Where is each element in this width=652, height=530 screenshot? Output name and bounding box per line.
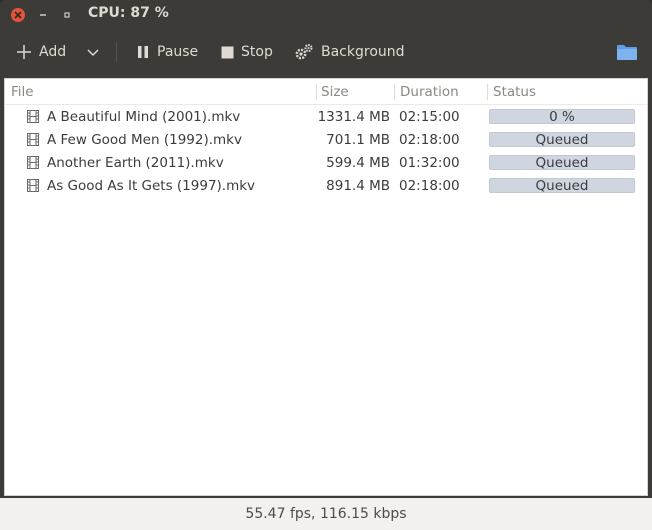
status-progress-bar: 0 % — [489, 109, 635, 124]
column-divider — [316, 84, 317, 100]
open-folder-button[interactable] — [616, 38, 638, 66]
file-name-cell: Another Earth (2011).mkv — [47, 154, 224, 171]
background-button-label: Background — [321, 44, 405, 60]
stop-icon — [221, 46, 234, 59]
chevron-down-icon — [86, 45, 100, 59]
folder-icon — [616, 43, 638, 61]
duration-cell: 02:15:00 — [399, 108, 460, 125]
file-name-cell: As Good As It Gets (1997).mkv — [47, 177, 256, 194]
stop-button-label: Stop — [241, 44, 273, 60]
file-name-cell: A Beautiful Mind (2001).mkv — [47, 108, 241, 125]
column-divider — [487, 84, 488, 100]
column-header-size[interactable]: Size — [321, 79, 349, 105]
file-name-cell: A Few Good Men (1992).mkv — [47, 131, 242, 148]
column-divider — [394, 84, 395, 100]
video-file-icon — [27, 110, 39, 123]
status-progress-bar: Queued — [489, 132, 635, 147]
size-cell: 891.4 MB — [326, 177, 390, 194]
maximize-icon — [64, 12, 70, 18]
status-text: Queued — [535, 155, 589, 170]
pause-button[interactable]: Pause — [136, 38, 198, 66]
status-progress-bar: Queued — [489, 178, 635, 193]
column-header-file[interactable]: File — [11, 79, 34, 105]
pause-button-label: Pause — [157, 44, 199, 60]
table-row[interactable]: Another Earth (2011).mkv 599.4 MB 01:32:00… — [5, 151, 647, 174]
table-header: File Size Duration Status — [5, 79, 647, 105]
minimize-window-button[interactable] — [36, 8, 50, 22]
toolbar: Add Pause Stop Background — [0, 38, 652, 68]
status-text: 0 % — [549, 109, 575, 124]
table-row[interactable]: A Few Good Men (1992).mkv 701.1 MB 02:18:0… — [5, 128, 647, 151]
plus-icon — [16, 44, 32, 60]
status-text: Queued — [535, 178, 589, 193]
encoding-stats: 55.47 fps, 116.15 kbps — [245, 506, 407, 522]
size-cell: 599.4 MB — [326, 154, 390, 171]
duration-cell: 02:18:00 — [399, 177, 460, 194]
background-button[interactable]: Background — [294, 38, 405, 66]
close-window-button[interactable] — [11, 8, 25, 22]
column-header-duration[interactable]: Duration — [400, 79, 459, 105]
toolbar-separator — [116, 42, 117, 62]
video-file-icon — [27, 156, 39, 169]
app-window: CPU: 87 % Add Pause Stop Background File… — [0, 0, 652, 530]
table-row[interactable]: A Beautiful Mind (2001).mkv 1331.4 MB 02:1… — [5, 105, 647, 128]
video-file-icon — [27, 179, 39, 192]
table-row[interactable]: As Good As It Gets (1997).mkv 891.4 MB 02:… — [5, 174, 647, 197]
column-header-status[interactable]: Status — [493, 79, 536, 105]
duration-cell: 01:32:00 — [399, 154, 460, 171]
add-button-label: Add — [39, 44, 67, 60]
job-list[interactable]: File Size Duration Status A Beautiful Mi… — [4, 78, 648, 496]
status-text: Queued — [535, 132, 589, 147]
gears-icon — [294, 43, 314, 61]
maximize-window-button[interactable] — [60, 8, 74, 22]
size-cell: 1331.4 MB — [317, 108, 390, 125]
pause-icon — [136, 45, 150, 59]
video-file-icon — [27, 133, 39, 146]
status-footer: 55.47 fps, 116.15 kbps — [0, 498, 652, 530]
window-title: CPU: 87 % — [88, 5, 169, 21]
status-progress-bar: Queued — [489, 155, 635, 170]
size-cell: 701.1 MB — [326, 131, 390, 148]
minimize-icon — [40, 14, 46, 16]
header-bar: CPU: 87 % Add Pause Stop Background — [0, 0, 652, 77]
close-icon — [14, 11, 22, 19]
add-button[interactable]: Add — [16, 38, 66, 66]
duration-cell: 02:18:00 — [399, 131, 460, 148]
add-options-dropdown[interactable] — [86, 38, 100, 66]
stop-button[interactable]: Stop — [221, 38, 273, 66]
